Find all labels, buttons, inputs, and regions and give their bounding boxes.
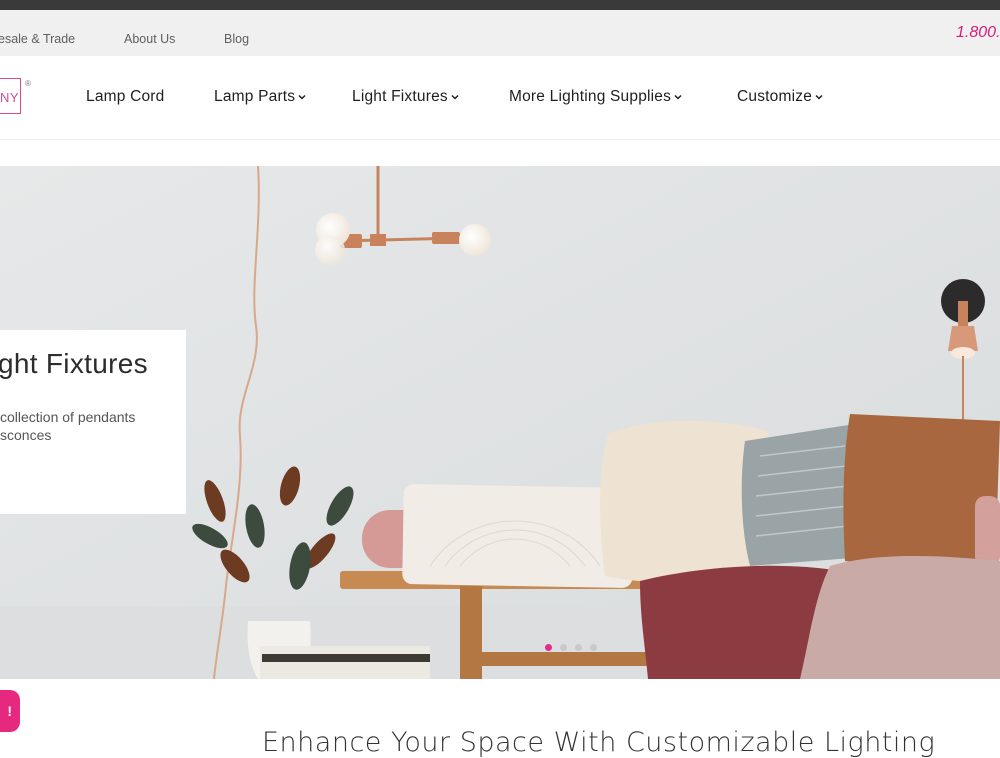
logo-text: NY [0, 90, 20, 105]
site-header: NY ® Lamp Cord Lamp Parts Light Fixtures… [0, 56, 1000, 140]
slider-dot[interactable] [590, 644, 597, 651]
utility-link-blog[interactable]: Blog [224, 32, 249, 46]
nav-label: Light Fixtures [352, 88, 448, 105]
hero-description-line: sconces [0, 427, 52, 443]
nav-light-fixtures[interactable]: Light Fixtures [352, 88, 459, 106]
hero-caption-card: ght Fixtures collection of pendants scon… [0, 330, 186, 514]
slider-dot[interactable] [545, 644, 552, 651]
utility-bar: esale & Trade About Us Blog 1.800. [0, 10, 1000, 56]
nav-customize[interactable]: Customize [737, 88, 823, 106]
chevron-down-icon [298, 94, 306, 100]
nav-label: Lamp Parts [214, 88, 296, 105]
utility-link-about[interactable]: About Us [124, 32, 175, 46]
chevron-down-icon [815, 94, 823, 100]
nav-label: More Lighting Supplies [509, 88, 672, 105]
slider-dot[interactable] [575, 644, 582, 651]
nav-label: Customize [737, 88, 813, 105]
slider-dot[interactable] [560, 644, 567, 651]
nav-lamp-cord[interactable]: Lamp Cord [86, 88, 164, 106]
hero-title: ght Fixtures [0, 348, 148, 379]
nav-more-lighting-supplies[interactable]: More Lighting Supplies [509, 88, 682, 106]
hero-description-line: collection of pendants [0, 409, 136, 425]
chevron-down-icon [451, 94, 459, 100]
registered-mark: ® [25, 79, 31, 88]
nav-label: Lamp Cord [86, 88, 165, 105]
top-dark-strip [0, 0, 1000, 10]
slider-dots [545, 644, 597, 651]
utility-link-wholesale[interactable]: esale & Trade [0, 32, 75, 46]
section-heading: Enhance Your Space With Customizable Lig… [262, 727, 936, 758]
chat-button[interactable]: ! [0, 690, 20, 732]
chevron-down-icon [674, 94, 682, 100]
phone-number[interactable]: 1.800. [956, 24, 1000, 42]
nav-lamp-parts[interactable]: Lamp Parts [214, 88, 306, 106]
